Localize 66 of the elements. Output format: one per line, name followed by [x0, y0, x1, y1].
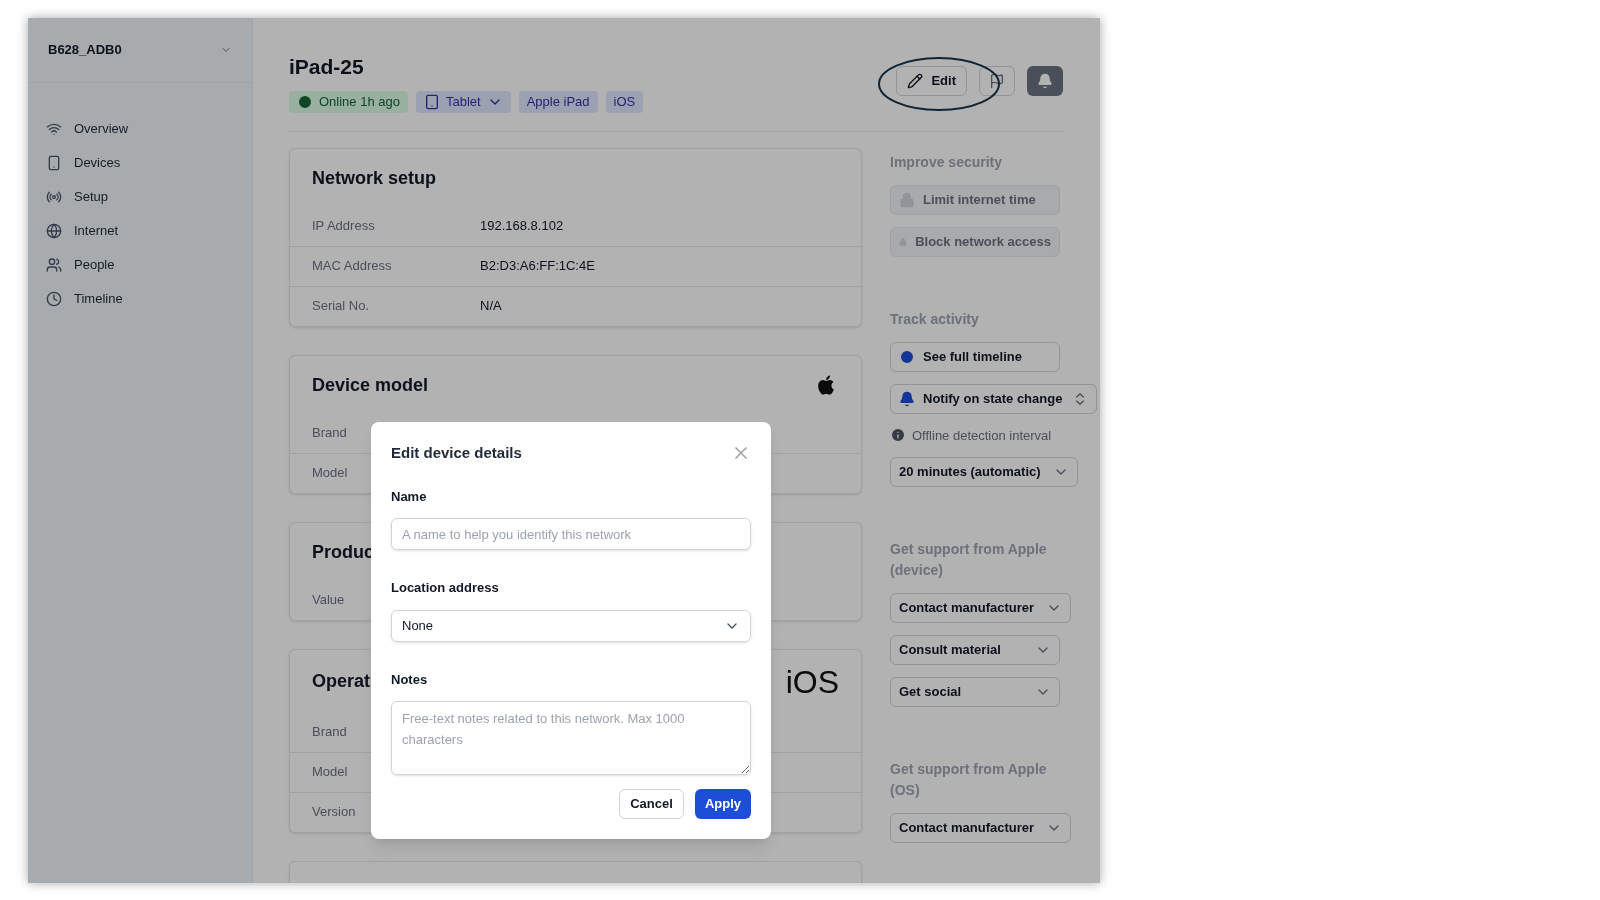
wifi-icon	[46, 121, 62, 137]
field-label: Serial No.	[312, 298, 370, 314]
section-title: Get support from Apple (device)	[890, 540, 1048, 580]
notes-textarea[interactable]: Free-text notes related to this network. Max 1000 characters	[391, 701, 751, 775]
field-label: Notes	[391, 670, 429, 689]
os-logo: iOS	[785, 665, 839, 698]
nav-item[interactable]: Setup	[44, 183, 236, 211]
tag-badge: iOS	[605, 90, 644, 113]
section-title: Get support from Apple (OS)	[890, 760, 1048, 800]
people-icon	[46, 257, 62, 273]
card-title: Produc	[312, 540, 374, 564]
nav-item[interactable]: Internet	[44, 217, 236, 245]
locked-button[interactable]: Block network access	[890, 226, 1060, 257]
tablet-icon	[423, 93, 440, 110]
card-title: Operat	[312, 670, 371, 693]
field-label: Brand	[312, 723, 347, 739]
device-title: iPad-25	[289, 54, 365, 80]
field-label: Brand	[312, 424, 347, 440]
globe-icon	[46, 223, 62, 239]
pencil-icon	[907, 73, 924, 89]
cancel-button[interactable]: Cancel	[619, 789, 684, 819]
dropdown-button[interactable]: Contact manufacturer	[890, 813, 1072, 843]
info-icon	[890, 427, 906, 444]
field-label: Name	[391, 487, 428, 506]
tag-badge: Apple iPad	[518, 90, 598, 113]
locked-button[interactable]: Limit internet time	[890, 184, 1060, 215]
flag-icon	[989, 73, 1005, 89]
field-label: MAC Address	[312, 258, 392, 274]
field-label: Location address	[391, 579, 500, 597]
tag-badge[interactable]: Tablet	[415, 90, 511, 113]
dropdown-button[interactable]: Contact manufacturer	[890, 593, 1072, 623]
nav-item[interactable]: People	[44, 251, 236, 279]
dialog-title: Edit device details	[391, 443, 522, 463]
field-label: Model	[312, 764, 348, 780]
bell-icon	[899, 390, 915, 407]
dropdown-button[interactable]: 20 minutes (automatic)	[890, 457, 1078, 487]
card-title: Device model	[312, 373, 429, 397]
field-value: 192.168.8.102	[480, 216, 564, 235]
section-title: Improve security	[890, 152, 1004, 172]
field-value: B2:D3:A6:FF:1C:4E	[480, 257, 595, 276]
nav-item[interactable]: Devices	[44, 149, 236, 177]
hint-text: Offline detection interval	[912, 426, 1052, 445]
location-select[interactable]: None	[391, 609, 751, 642]
timeline-button[interactable]: See full timeline	[890, 341, 1060, 372]
notify-select[interactable]: Notify on state change	[890, 383, 1097, 414]
network-name[interactable]: B628_ADB0	[48, 40, 122, 60]
phone-icon	[46, 155, 62, 171]
nav-item[interactable]: Overview	[44, 115, 236, 143]
card-title: Network setup	[312, 166, 437, 190]
bell-icon	[1037, 73, 1053, 89]
field-label: Value	[312, 591, 345, 607]
field-label: Model	[312, 465, 348, 481]
dropdown-button[interactable]: Get social	[890, 677, 1060, 707]
field-label: IP Address	[312, 217, 375, 233]
field-label: Version	[312, 804, 356, 820]
field-value: N/A	[480, 297, 502, 316]
section-title: Track activity	[890, 309, 980, 329]
tag-badge: Online 1h ago	[289, 90, 408, 113]
signal-icon	[46, 189, 62, 205]
nav-item[interactable]: Timeline	[44, 285, 236, 313]
dropdown-button[interactable]: Consult material	[890, 635, 1060, 665]
flag-button[interactable]	[979, 66, 1015, 96]
bell-button[interactable]	[1027, 66, 1063, 96]
apply-button[interactable]: Apply	[694, 789, 751, 819]
edit-button[interactable]: Edit	[896, 66, 967, 96]
name-input[interactable]: A name to help you identify this network	[391, 518, 751, 550]
